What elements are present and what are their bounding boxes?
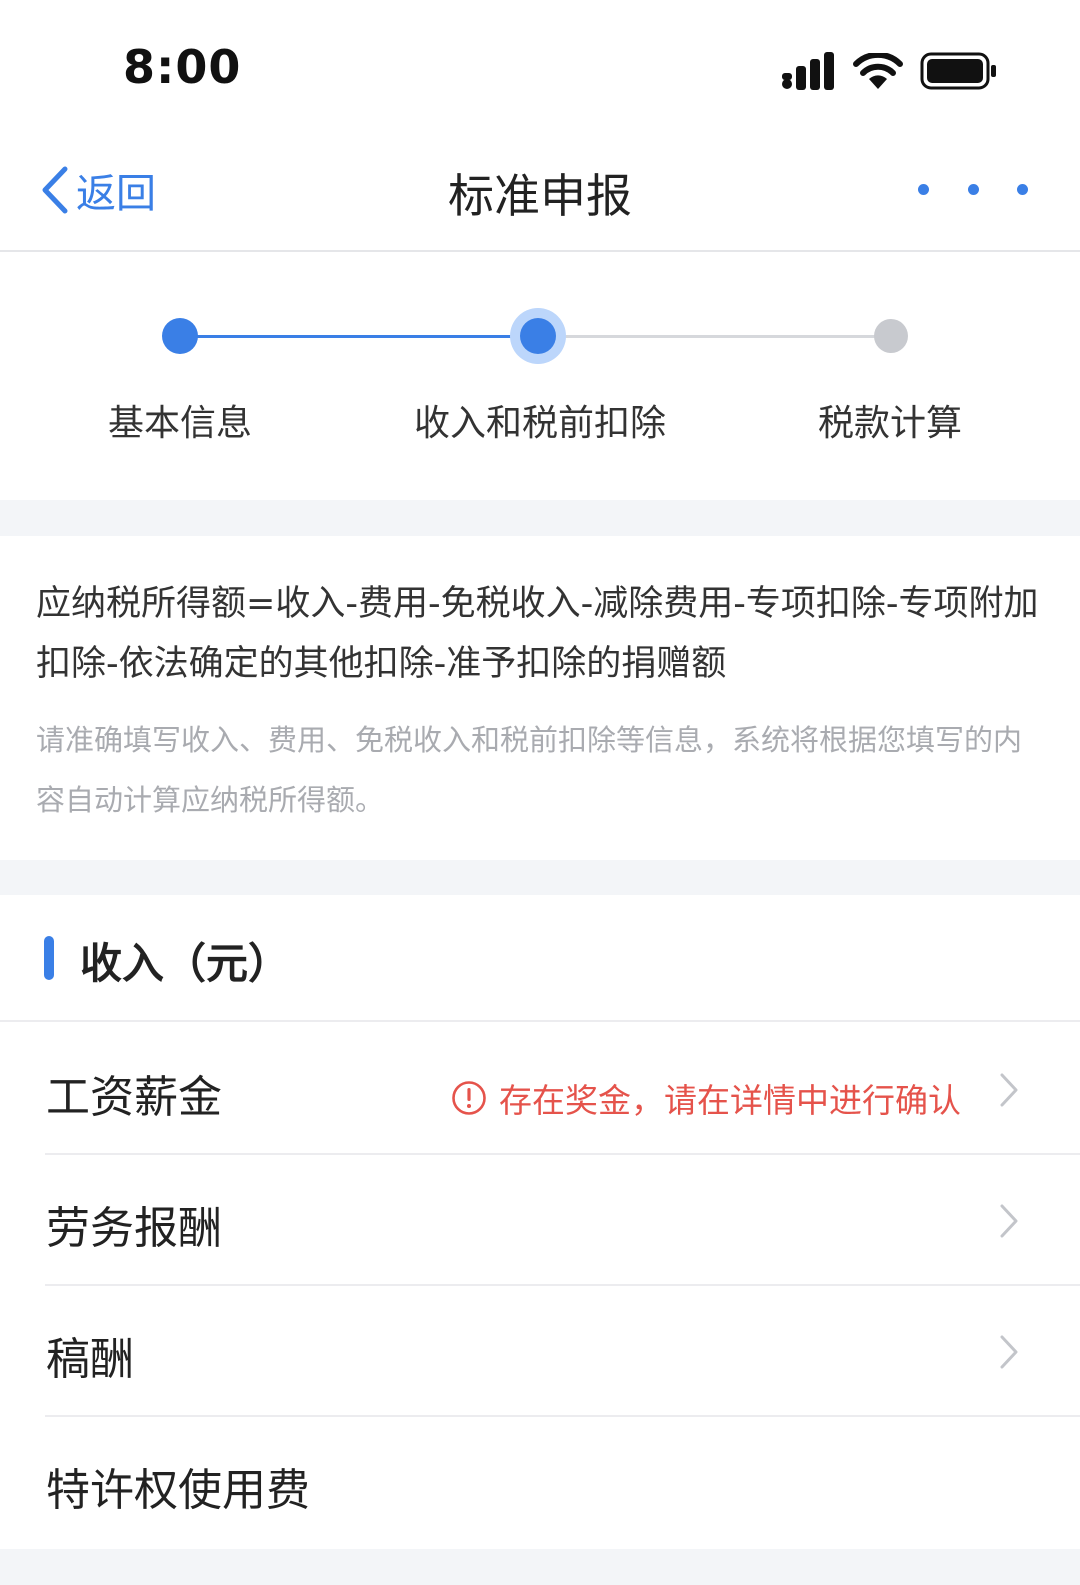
list-item-label: 特许权使用费 <box>46 1465 310 1516</box>
step-label-basic-info: 基本信息 <box>107 403 252 444</box>
wifi-icon <box>853 53 903 89</box>
progress-steps: 基本信息 收入和税前扣除 税款计算 <box>0 252 1080 500</box>
status-time: 8:00 <box>123 40 242 94</box>
income-row-salary[interactable]: 工资薪金 存在奖金，请在详情中进行确认 <box>0 1024 1080 1155</box>
step-label-tax-calculation: 税款计算 <box>817 403 962 444</box>
step-dot-current <box>510 308 566 364</box>
income-section-header: 收入（元） <box>0 895 1080 1022</box>
income-row-royalties[interactable]: 特许权使用费 <box>0 1417 1080 1548</box>
warning-text: 存在奖金，请在详情中进行确认 <box>499 1081 961 1120</box>
formula-note: 请准确填写收入、费用、免税收入和税前扣除等信息，系统将根据您填写的内容自动计算应… <box>36 723 1023 817</box>
formula-text: 应纳税所得额=收入-费用-免税收入-减除费用-专项扣除-专项附加扣除-依法确定的… <box>36 584 1039 684</box>
bonus-warning: 存在奖金，请在详情中进行确认 <box>451 1074 961 1122</box>
step-dot-todo <box>874 319 908 353</box>
step-connector-todo <box>540 335 898 338</box>
list-item-label: 稿酬 <box>46 1334 134 1385</box>
battery-icon <box>920 52 996 90</box>
income-row-author-remuneration[interactable]: 稿酬 <box>0 1286 1080 1417</box>
chevron-right-icon <box>1000 1335 1018 1369</box>
more-options-button[interactable] <box>918 174 1028 204</box>
warning-circle-icon <box>452 1081 486 1115</box>
income-section: 收入（元） 工资薪金 存在奖金，请在详情中进行确认 劳务报酬 稿酬 特许权使用费 <box>0 895 1080 1549</box>
formula-card: 应纳税所得额=收入-费用-免税收入-减除费用-专项扣除-专项附加扣除-依法确定的… <box>0 536 1080 860</box>
cellular-signal-icon <box>782 52 834 90</box>
chevron-right-icon <box>1000 1073 1018 1107</box>
list-item-label: 劳务报酬 <box>46 1203 222 1254</box>
status-bar: 8:00 <box>0 0 1080 130</box>
more-dot-icon <box>1017 183 1028 195</box>
more-dot-icon <box>918 183 929 195</box>
navbar: 返回 标准申报 <box>0 130 1080 252</box>
income-section-title: 收入（元） <box>80 939 291 988</box>
chevron-right-icon <box>1000 1204 1018 1238</box>
step-dot-done <box>162 318 198 354</box>
section-accent-bar <box>44 936 54 980</box>
income-row-labor-remuneration[interactable]: 劳务报酬 <box>0 1155 1080 1286</box>
list-item-label: 工资薪金 <box>46 1072 222 1123</box>
step-connector-done <box>180 335 540 338</box>
step-label-income-deductions: 收入和税前扣除 <box>413 403 666 444</box>
more-dot-icon <box>967 183 979 195</box>
